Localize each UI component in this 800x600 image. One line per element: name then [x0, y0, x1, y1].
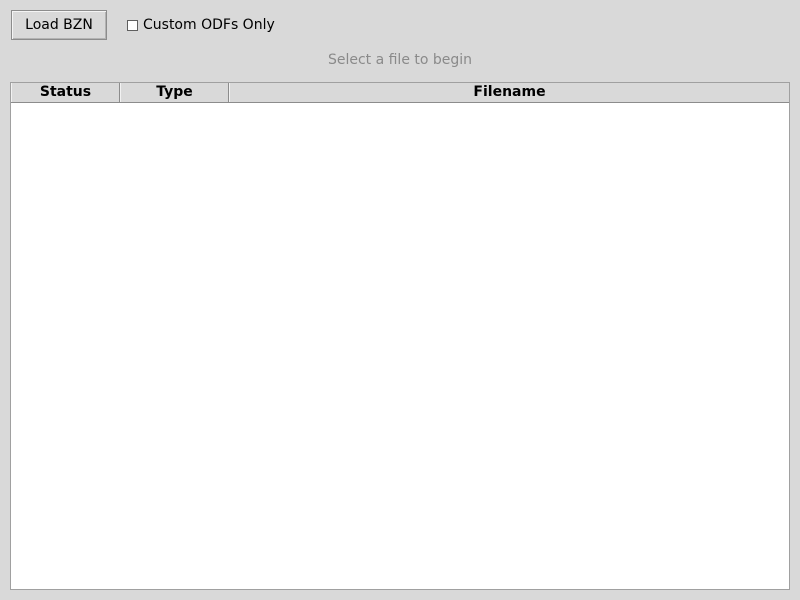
table-body[interactable]	[11, 103, 789, 589]
custom-odfs-checkbox-group[interactable]: Custom ODFs Only	[127, 17, 275, 33]
status-message: Select a file to begin	[327, 52, 473, 68]
custom-odfs-label[interactable]: Custom ODFs Only	[143, 17, 275, 33]
toolbar: Load BZN Custom ODFs Only	[11, 10, 275, 40]
column-header-filename[interactable]: Filename	[229, 83, 789, 102]
table-header: Status Type Filename	[11, 83, 789, 103]
custom-odfs-checkbox[interactable]	[127, 19, 138, 31]
main-window: Load BZN Custom ODFs Only Select a file …	[0, 0, 800, 600]
file-table: Status Type Filename	[10, 82, 790, 590]
load-bzn-button[interactable]: Load BZN	[11, 10, 107, 40]
column-header-status[interactable]: Status	[11, 83, 120, 102]
column-header-type[interactable]: Type	[120, 83, 229, 102]
